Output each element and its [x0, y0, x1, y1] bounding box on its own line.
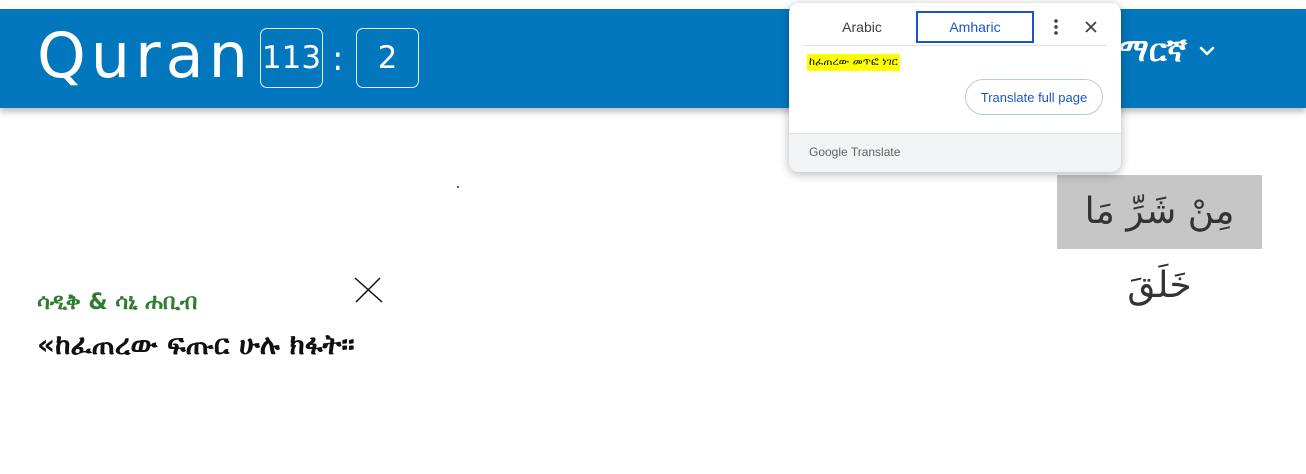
brand-title[interactable]: Quran	[37, 23, 253, 89]
translate-full-page-button[interactable]: Translate full page	[965, 79, 1103, 115]
more-vert-icon[interactable]	[1047, 17, 1065, 37]
arabic-verse-text: مِنْ شَرِّ مَا خَلَقَ	[1057, 175, 1262, 306]
google-translate-logo: Google Translate	[809, 145, 901, 159]
translation-text: «ከፈጠረው ፍጡር ሁሉ ክፋት፡፡	[37, 328, 355, 361]
language-selector[interactable]: ማርኛ	[1118, 31, 1217, 70]
surah-number-box[interactable]: 113	[260, 28, 323, 88]
translated-text: ከፈጠረው መጥፎ ነገር	[807, 54, 900, 71]
google-translate-popup: Arabic Amharic ከፈጠረው መጥፎ ነገር Translate f…	[789, 3, 1121, 172]
verse-separator: :	[332, 39, 344, 79]
cursor-cross-icon	[354, 277, 383, 303]
translator-name: ሳዲቅ & ሳኒ ሐቢብ	[37, 290, 198, 315]
tab-amharic[interactable]: Amharic	[916, 11, 1034, 43]
chevron-down-icon	[1199, 46, 1215, 55]
ayah-number-box[interactable]: 2	[356, 28, 419, 88]
translate-footer: Google Translate	[789, 133, 1121, 172]
language-label: ማርኛ	[1118, 31, 1187, 69]
stray-dot-mark	[457, 186, 459, 188]
tab-arabic[interactable]: Arabic	[803, 11, 921, 43]
close-icon[interactable]	[1083, 19, 1099, 35]
